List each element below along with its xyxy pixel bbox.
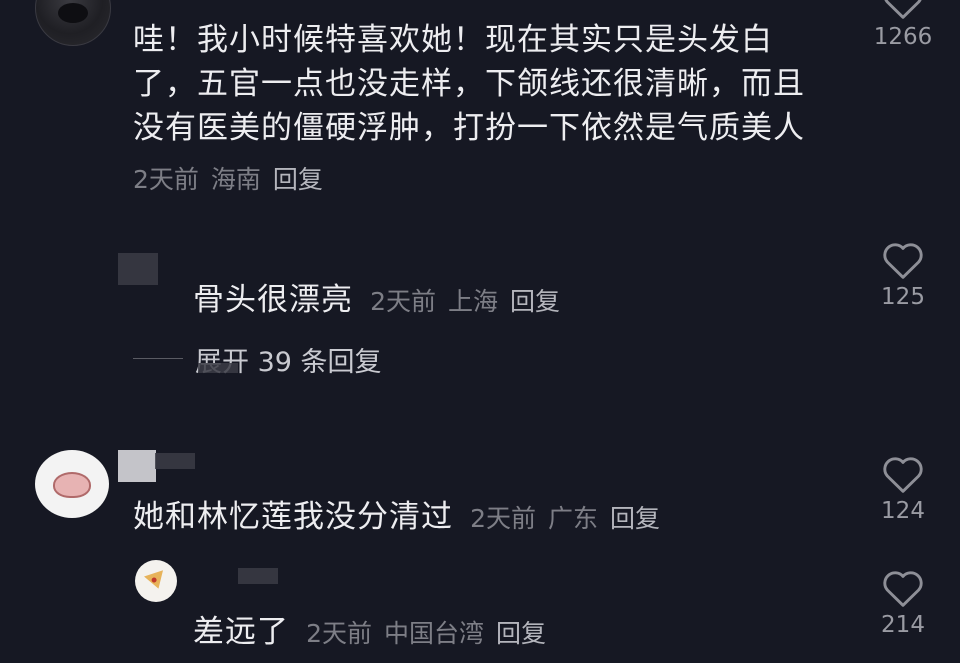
like-count: 125 — [881, 284, 925, 310]
reply-row: 骨头很漂亮 2天前 上海 回复 — [193, 278, 560, 322]
avatar[interactable] — [135, 560, 177, 602]
heart-outline-icon — [883, 457, 923, 493]
comment-meta: 2天前 海南 回复 — [133, 160, 323, 196]
comment-time: 2天前 — [133, 165, 199, 194]
comment-text: 她和林忆莲我没分清过 — [133, 499, 453, 535]
heart-outline-icon — [883, 571, 923, 607]
avatar[interactable] — [35, 450, 109, 518]
username-mosaic — [238, 568, 278, 584]
comment-time: 2天前 — [470, 504, 536, 533]
like-button[interactable]: 124 — [868, 454, 938, 524]
pizza-icon — [144, 570, 168, 592]
avatar[interactable] — [35, 0, 111, 46]
username-mosaic — [155, 453, 195, 469]
like-count: 214 — [881, 612, 925, 638]
comment-time: 2天前 — [306, 619, 372, 648]
comment-text: 骨头很漂亮 — [193, 282, 353, 318]
comment-text: 哇！我小时候特喜欢她！现在其实只是头发白了，五官一点也没走样，下颌线还很清晰，而… — [133, 22, 805, 146]
like-button[interactable]: 214 — [868, 568, 938, 638]
reply-button[interactable]: 回复 — [610, 504, 660, 533]
comment-row: 她和林忆莲我没分清过 2天前 广东 回复 — [133, 495, 660, 539]
comment-location: 广东 — [548, 504, 599, 533]
username-mosaic — [118, 450, 156, 482]
username-mosaic — [118, 253, 158, 285]
like-button[interactable]: 1266 — [868, 0, 938, 50]
expand-replies-button[interactable]: 展开 39 条回复 — [195, 340, 382, 379]
like-count: 1266 — [873, 24, 933, 50]
heart-outline-icon — [883, 243, 923, 279]
comment-location: 海南 — [210, 165, 261, 194]
heart-outline-icon — [884, 0, 922, 19]
like-button[interactable]: 125 — [868, 240, 938, 310]
comment-location: 中国台湾 — [384, 619, 485, 648]
reply-row: 差远了 2天前 中国台湾 回复 — [193, 610, 546, 654]
reply-button[interactable]: 回复 — [273, 165, 323, 194]
expand-divider — [133, 358, 183, 359]
reply-button[interactable]: 回复 — [510, 287, 560, 316]
username-mosaic — [198, 363, 238, 373]
reply-button[interactable]: 回复 — [496, 619, 546, 648]
comment-location: 上海 — [448, 287, 499, 316]
comment-text: 差远了 — [193, 614, 289, 650]
comment-time: 2天前 — [370, 287, 436, 316]
like-count: 124 — [881, 498, 925, 524]
